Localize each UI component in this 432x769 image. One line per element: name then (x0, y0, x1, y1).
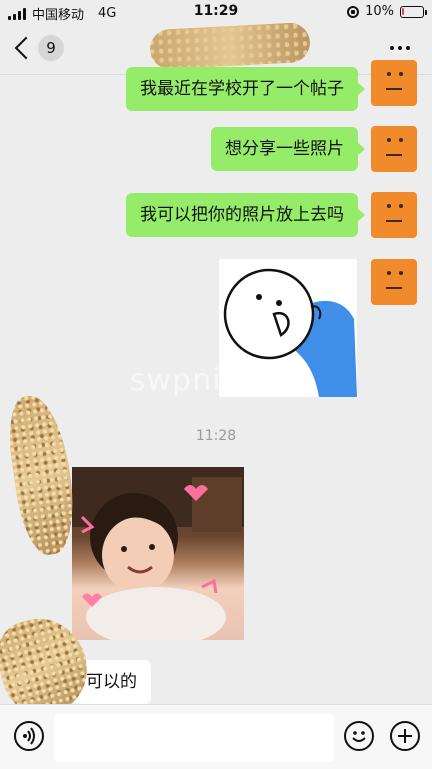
rotation-lock-icon (347, 5, 360, 18)
back-arrow-icon[interactable] (14, 36, 38, 60)
watermark-text: swpnia (130, 363, 241, 398)
unread-count-badge[interactable]: 9 (38, 35, 64, 61)
message-text-field[interactable] (54, 714, 334, 762)
my-avatar[interactable] (371, 126, 417, 172)
message-input-bar (0, 704, 432, 769)
battery-percent: 10% (365, 4, 394, 19)
message-timestamp: 11:28 (195, 428, 237, 444)
my-avatar[interactable] (371, 259, 417, 305)
message-bubble-outgoing[interactable]: 想分享一些照片 (211, 127, 365, 171)
photo-message[interactable] (72, 467, 244, 640)
emoji-button[interactable] (344, 721, 374, 751)
more-functions-button[interactable] (390, 721, 420, 751)
status-right: 10% (347, 4, 427, 19)
message-bubble-outgoing[interactable]: 我最近在学校开了一个帖子 (126, 67, 365, 111)
child-photo-image (72, 467, 244, 640)
voice-icon (23, 727, 35, 745)
my-avatar[interactable] (371, 192, 417, 238)
more-options-icon[interactable] (390, 46, 410, 50)
emoji-icon (352, 731, 366, 742)
my-avatar[interactable] (371, 60, 417, 106)
plus-icon (398, 729, 412, 743)
avatar-redaction (3, 391, 81, 559)
contact-name-redaction (149, 21, 311, 71)
message-bubble-outgoing[interactable]: 我可以把你的照片放上去吗 (126, 193, 365, 237)
battery-icon (400, 5, 427, 18)
status-bar: 中国移动 4G 11:29 10% (0, 0, 432, 24)
voice-input-button[interactable] (14, 721, 44, 751)
